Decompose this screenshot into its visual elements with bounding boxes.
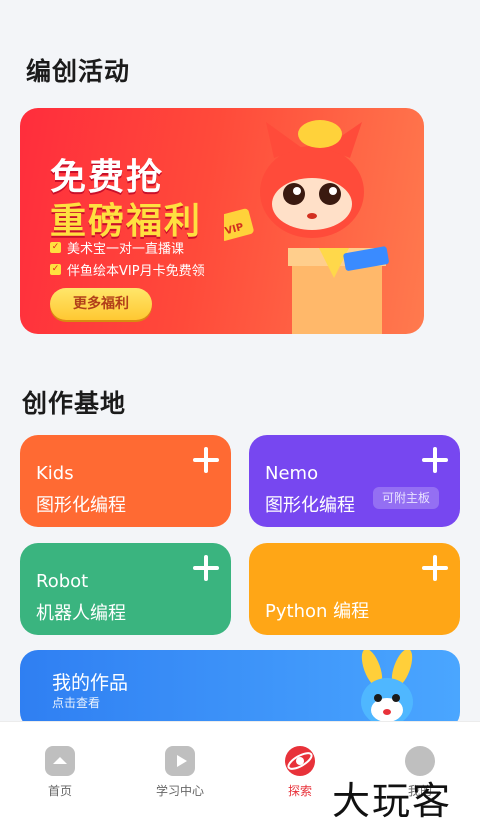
watermark-text: 大玩客 (332, 779, 453, 822)
promo-banner[interactable]: 免费抢 重磅福利 ✓ 美术宝一对一直播课 ✓ 伴鱼绘本VIP月卡免费领 更多福利… (20, 108, 424, 334)
python-card-title: Python 编程 (265, 601, 370, 622)
home-icon (45, 746, 75, 776)
explore-icon (285, 746, 315, 776)
fox-mascot-illustration: VIP (224, 120, 389, 334)
robot-card-subtitle: 机器人编程 (36, 603, 126, 624)
kids-coding-card[interactable]: Kids 图形化编程 (20, 435, 231, 527)
banner-perk-2-label: 伴鱼绘本VIP月卡免费领 (67, 264, 205, 279)
kids-card-subtitle: 图形化编程 (36, 495, 126, 516)
banner-perk-1: ✓ 美术宝一对一直播课 (50, 238, 184, 257)
tab-home[interactable]: 首页 (20, 746, 100, 799)
nemo-board-tag: 可附主板 (373, 487, 440, 509)
plus-icon (422, 447, 448, 473)
robot-coding-card[interactable]: Robot 机器人编程 (20, 543, 231, 635)
more-benefits-button[interactable]: 更多福利 (50, 288, 152, 320)
nemo-coding-card[interactable]: Nemo 图形化编程 可附主板 (249, 435, 460, 527)
tab-explore[interactable]: 探索 (260, 746, 340, 799)
tab-home-label: 首页 (47, 784, 72, 798)
play-icon (165, 746, 195, 776)
plus-icon (422, 555, 448, 581)
plus-icon (193, 447, 219, 473)
workshop-section-title: 创作基地 (22, 389, 127, 418)
kids-card-title: Kids (36, 463, 74, 484)
nemo-card-title: Nemo (265, 463, 319, 484)
bunny-mascot-illustration (361, 650, 413, 726)
tab-learning-center-label: 学习中心 (155, 784, 204, 798)
banner-headline-2: 重磅福利 (50, 201, 203, 242)
banner-perk-2: ✓ 伴鱼绘本VIP月卡免费领 (50, 260, 205, 279)
activities-section-title: 编创活动 (26, 57, 131, 86)
python-coding-card[interactable]: Python 编程 (249, 543, 460, 635)
plus-icon (193, 555, 219, 581)
check-icon: ✓ (50, 264, 61, 275)
tab-explore-label: 探索 (287, 784, 312, 798)
my-works-subtitle: 点击查看 (52, 696, 101, 710)
my-works-title: 我的作品 (52, 672, 129, 694)
check-icon: ✓ (50, 242, 61, 253)
my-works-card[interactable]: 我的作品 点击查看 (20, 650, 460, 730)
tab-learning-center[interactable]: 学习中心 (140, 746, 220, 799)
robot-card-title: Robot (36, 571, 89, 592)
banner-perk-1-label: 美术宝一对一直播课 (67, 242, 185, 257)
nemo-card-subtitle: 图形化编程 (265, 495, 355, 516)
